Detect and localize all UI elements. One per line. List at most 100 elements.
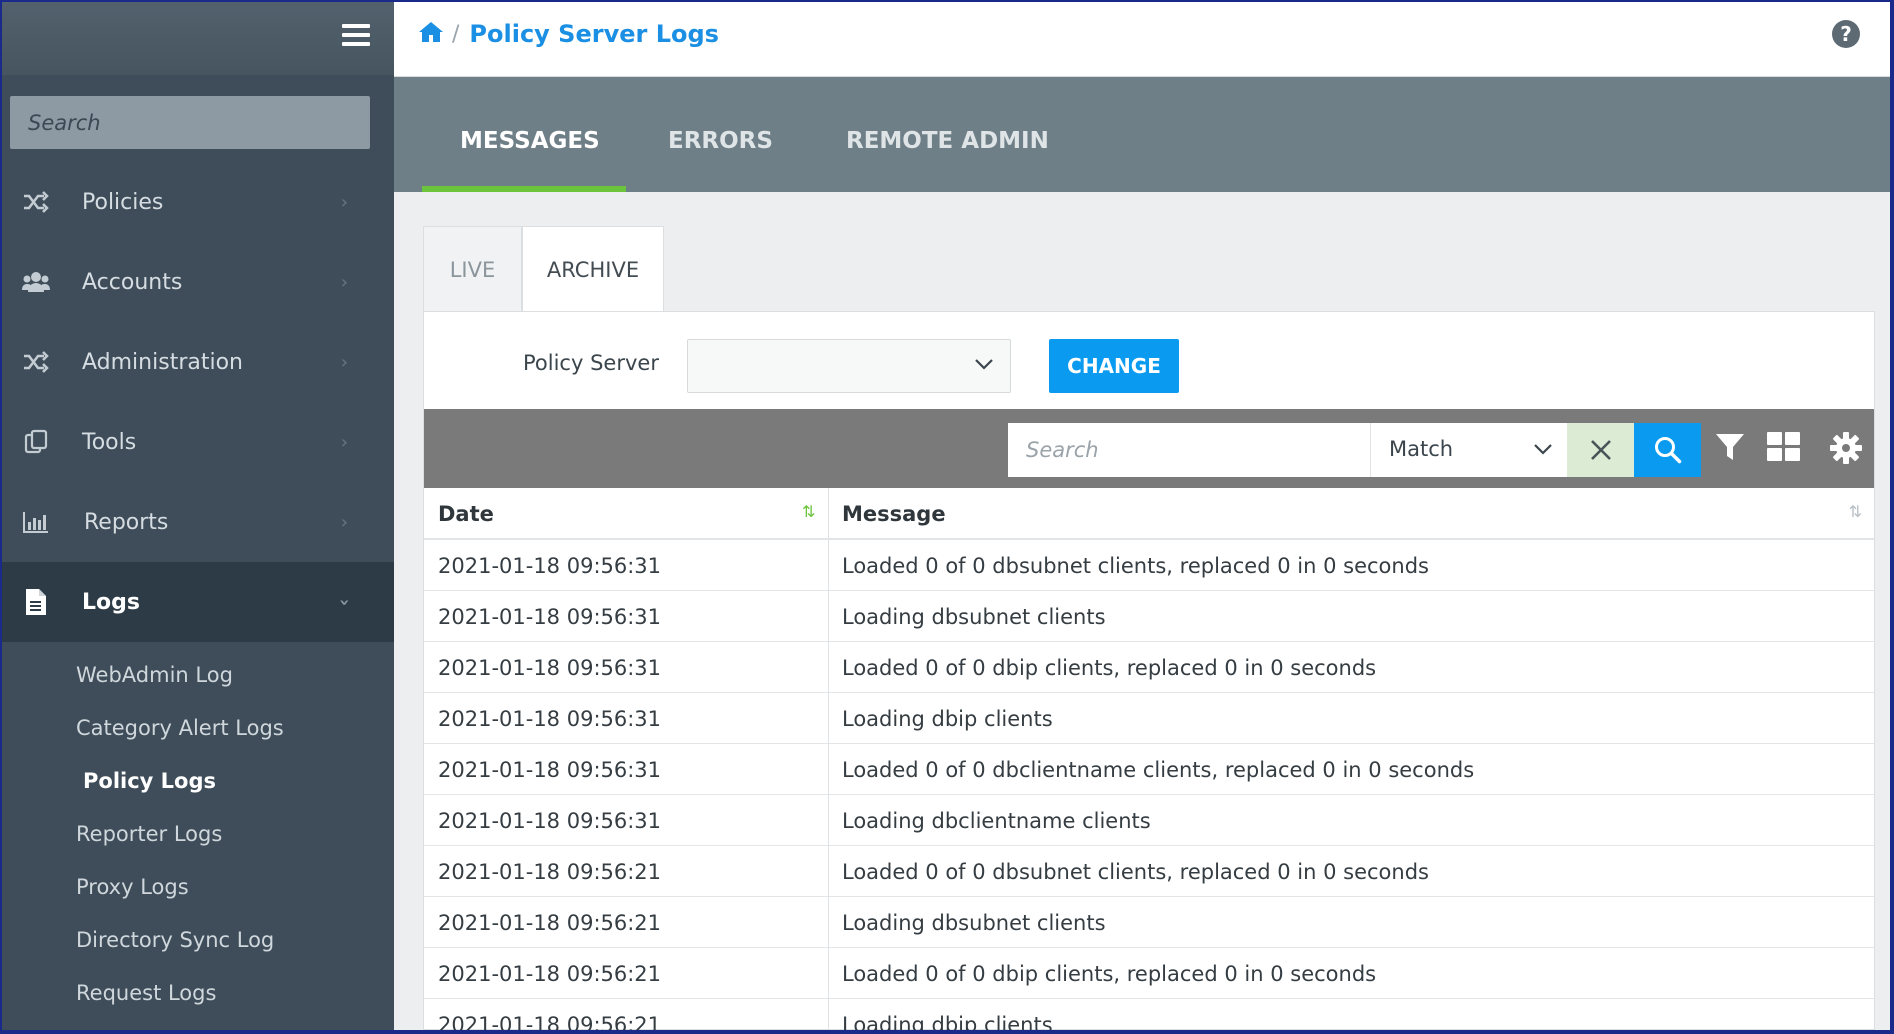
table-row[interactable]: 2021-01-18 09:56:31 Loaded 0 of 0 dbclien… — [424, 744, 1874, 795]
cell-date: 2021-01-18 09:56:31 — [438, 757, 662, 782]
submenu-item-request-logs[interactable]: Request Logs — [2, 966, 394, 1019]
column-divider — [828, 795, 829, 846]
table-header: Date ⇅ Message ⇅ — [424, 488, 1874, 540]
users-icon — [22, 268, 50, 296]
gear-icon[interactable] — [1829, 431, 1863, 469]
shuffle-icon — [22, 188, 50, 216]
sidebar-item-label: Administration — [82, 349, 243, 375]
tab-errors[interactable]: ERRORS — [668, 77, 773, 192]
table-row[interactable]: 2021-01-18 09:56:21 Loading dbsubnet clie… — [424, 897, 1874, 948]
table-toolbar: Match — [424, 409, 1874, 488]
cell-message: Loading dbip clients — [842, 1012, 1053, 1034]
cell-date: 2021-01-18 09:56:21 — [438, 1012, 662, 1034]
subtabs: LIVE ARCHIVE — [423, 226, 664, 312]
shuffle-icon — [22, 348, 50, 376]
table-row[interactable]: 2021-01-18 09:56:31 Loaded 0 of 0 dbsubne… — [424, 540, 1874, 591]
sidebar-search-input[interactable] — [10, 96, 370, 149]
sidebar-item-policies[interactable]: Policies › — [2, 162, 394, 242]
sidebar-item-tools[interactable]: Tools › — [2, 402, 394, 482]
cell-message: Loading dbip clients — [842, 706, 1053, 731]
cell-message: Loaded 0 of 0 dbsubnet clients, replaced… — [842, 553, 1429, 578]
column-divider — [828, 591, 829, 642]
submenu-item-reporter-logs[interactable]: Reporter Logs — [2, 807, 394, 860]
column-header-message[interactable]: Message — [842, 488, 946, 540]
match-select[interactable]: Match — [1370, 423, 1567, 477]
tab-remote-admin[interactable]: REMOTE ADMIN — [846, 77, 1049, 192]
tab-messages[interactable]: MESSAGES — [460, 77, 600, 192]
chevron-right-icon: › — [340, 271, 348, 293]
app-window: Policies › Accounts › Administration › — [0, 0, 1894, 1034]
policy-server-row: Policy Server CHANGE — [424, 312, 1874, 408]
submenu-item-policy-logs[interactable]: Policy Logs — [2, 754, 394, 807]
table-row[interactable]: 2021-01-18 09:56:31 Loaded 0 of 0 dbip cl… — [424, 642, 1874, 693]
match-select-value: Match — [1389, 437, 1454, 461]
sidebar-item-label: Policies — [82, 189, 164, 215]
table-row[interactable]: 2021-01-18 09:56:21 Loaded 0 of 0 dbsubne… — [424, 846, 1874, 897]
cell-date: 2021-01-18 09:56:21 — [438, 961, 662, 986]
help-icon[interactable]: ? — [1832, 20, 1860, 48]
search-button[interactable] — [1634, 423, 1701, 477]
column-divider — [828, 642, 829, 693]
bar-chart-icon — [22, 508, 50, 536]
column-divider — [828, 744, 829, 795]
cell-date: 2021-01-18 09:56:21 — [438, 910, 662, 935]
chevron-right-icon: › — [340, 351, 348, 373]
change-button[interactable]: CHANGE — [1049, 339, 1179, 393]
cell-date: 2021-01-18 09:56:31 — [438, 604, 662, 629]
grid-layout-icon[interactable] — [1766, 431, 1802, 467]
sidebar-item-label: Reports — [84, 509, 169, 535]
table-row[interactable]: 2021-01-18 09:56:21 Loading dbip clients — [424, 999, 1874, 1034]
main-content: LIVE ARCHIVE Policy Server CHANGE Match — [394, 192, 1890, 1030]
column-header-date[interactable]: Date — [438, 488, 494, 540]
table-row[interactable]: 2021-01-18 09:56:31 Loading dbsubnet clie… — [424, 591, 1874, 642]
sidebar-item-label: Tools — [82, 429, 137, 455]
subtab-live[interactable]: LIVE — [423, 226, 522, 312]
cell-message: Loaded 0 of 0 dbsubnet clients, replaced… — [842, 859, 1429, 884]
sidebar-item-reports[interactable]: Reports › — [2, 482, 394, 562]
log-table: Date ⇅ Message ⇅ 2021-01-18 09:56:31 Load… — [424, 488, 1874, 1034]
sort-descending-icon[interactable]: ⇅ — [802, 502, 815, 521]
logs-submenu: WebAdmin Log Category Alert Logs Policy … — [2, 648, 394, 1019]
submenu-item-proxy-logs[interactable]: Proxy Logs — [2, 860, 394, 913]
sidebar-item-logs[interactable]: Logs › — [2, 562, 394, 642]
submenu-item-webadmin-log[interactable]: WebAdmin Log — [2, 648, 394, 701]
cell-message: Loaded 0 of 0 dbip clients, replaced 0 i… — [842, 961, 1377, 986]
table-row[interactable]: 2021-01-18 09:56:31 Loading dbip clients — [424, 693, 1874, 744]
column-divider — [828, 948, 829, 999]
sort-icon[interactable]: ⇅ — [1849, 502, 1862, 521]
sidebar-item-accounts[interactable]: Accounts › — [2, 242, 394, 322]
filter-icon[interactable] — [1714, 431, 1746, 467]
clear-search-button[interactable] — [1567, 423, 1634, 477]
cell-message: Loading dbsubnet clients — [842, 910, 1106, 935]
cell-date: 2021-01-18 09:56:31 — [438, 808, 662, 833]
submenu-item-category-alert-logs[interactable]: Category Alert Logs — [2, 701, 394, 754]
document-icon — [22, 588, 50, 616]
chevron-right-icon: › — [340, 191, 348, 213]
column-divider — [828, 846, 829, 897]
table-search-input[interactable] — [1008, 423, 1370, 477]
subtab-archive[interactable]: ARCHIVE — [522, 226, 664, 312]
breadcrumb-separator: / — [452, 21, 460, 47]
cell-date: 2021-01-18 09:56:31 — [438, 553, 662, 578]
column-divider — [828, 540, 829, 591]
table-row[interactable]: 2021-01-18 09:56:31 Loading dbclientname … — [424, 795, 1874, 846]
sidebar-nav: Policies › Accounts › Administration › T… — [2, 162, 394, 642]
chevron-right-icon: › — [340, 431, 348, 453]
cell-message: Loading dbclientname clients — [842, 808, 1151, 833]
cell-date: 2021-01-18 09:56:31 — [438, 655, 662, 680]
home-icon[interactable] — [418, 20, 444, 48]
table-body: 2021-01-18 09:56:31 Loaded 0 of 0 dbsubne… — [424, 540, 1874, 1034]
clipboard-icon — [22, 428, 50, 456]
cell-message: Loaded 0 of 0 dbip clients, replaced 0 i… — [842, 655, 1377, 680]
hamburger-menu-icon[interactable] — [342, 24, 370, 48]
table-row[interactable]: 2021-01-18 09:56:21 Loaded 0 of 0 dbip cl… — [424, 948, 1874, 999]
submenu-item-directory-sync-log[interactable]: Directory Sync Log — [2, 913, 394, 966]
tab-bar: MESSAGES ERRORS REMOTE ADMIN — [394, 77, 1890, 192]
sidebar-header — [2, 2, 394, 75]
column-divider — [828, 693, 829, 744]
column-divider — [828, 999, 829, 1030]
policy-server-select[interactable] — [687, 339, 1011, 393]
sidebar-item-label: Logs — [82, 589, 140, 615]
sidebar-item-administration[interactable]: Administration › — [2, 322, 394, 402]
column-divider — [828, 897, 829, 948]
